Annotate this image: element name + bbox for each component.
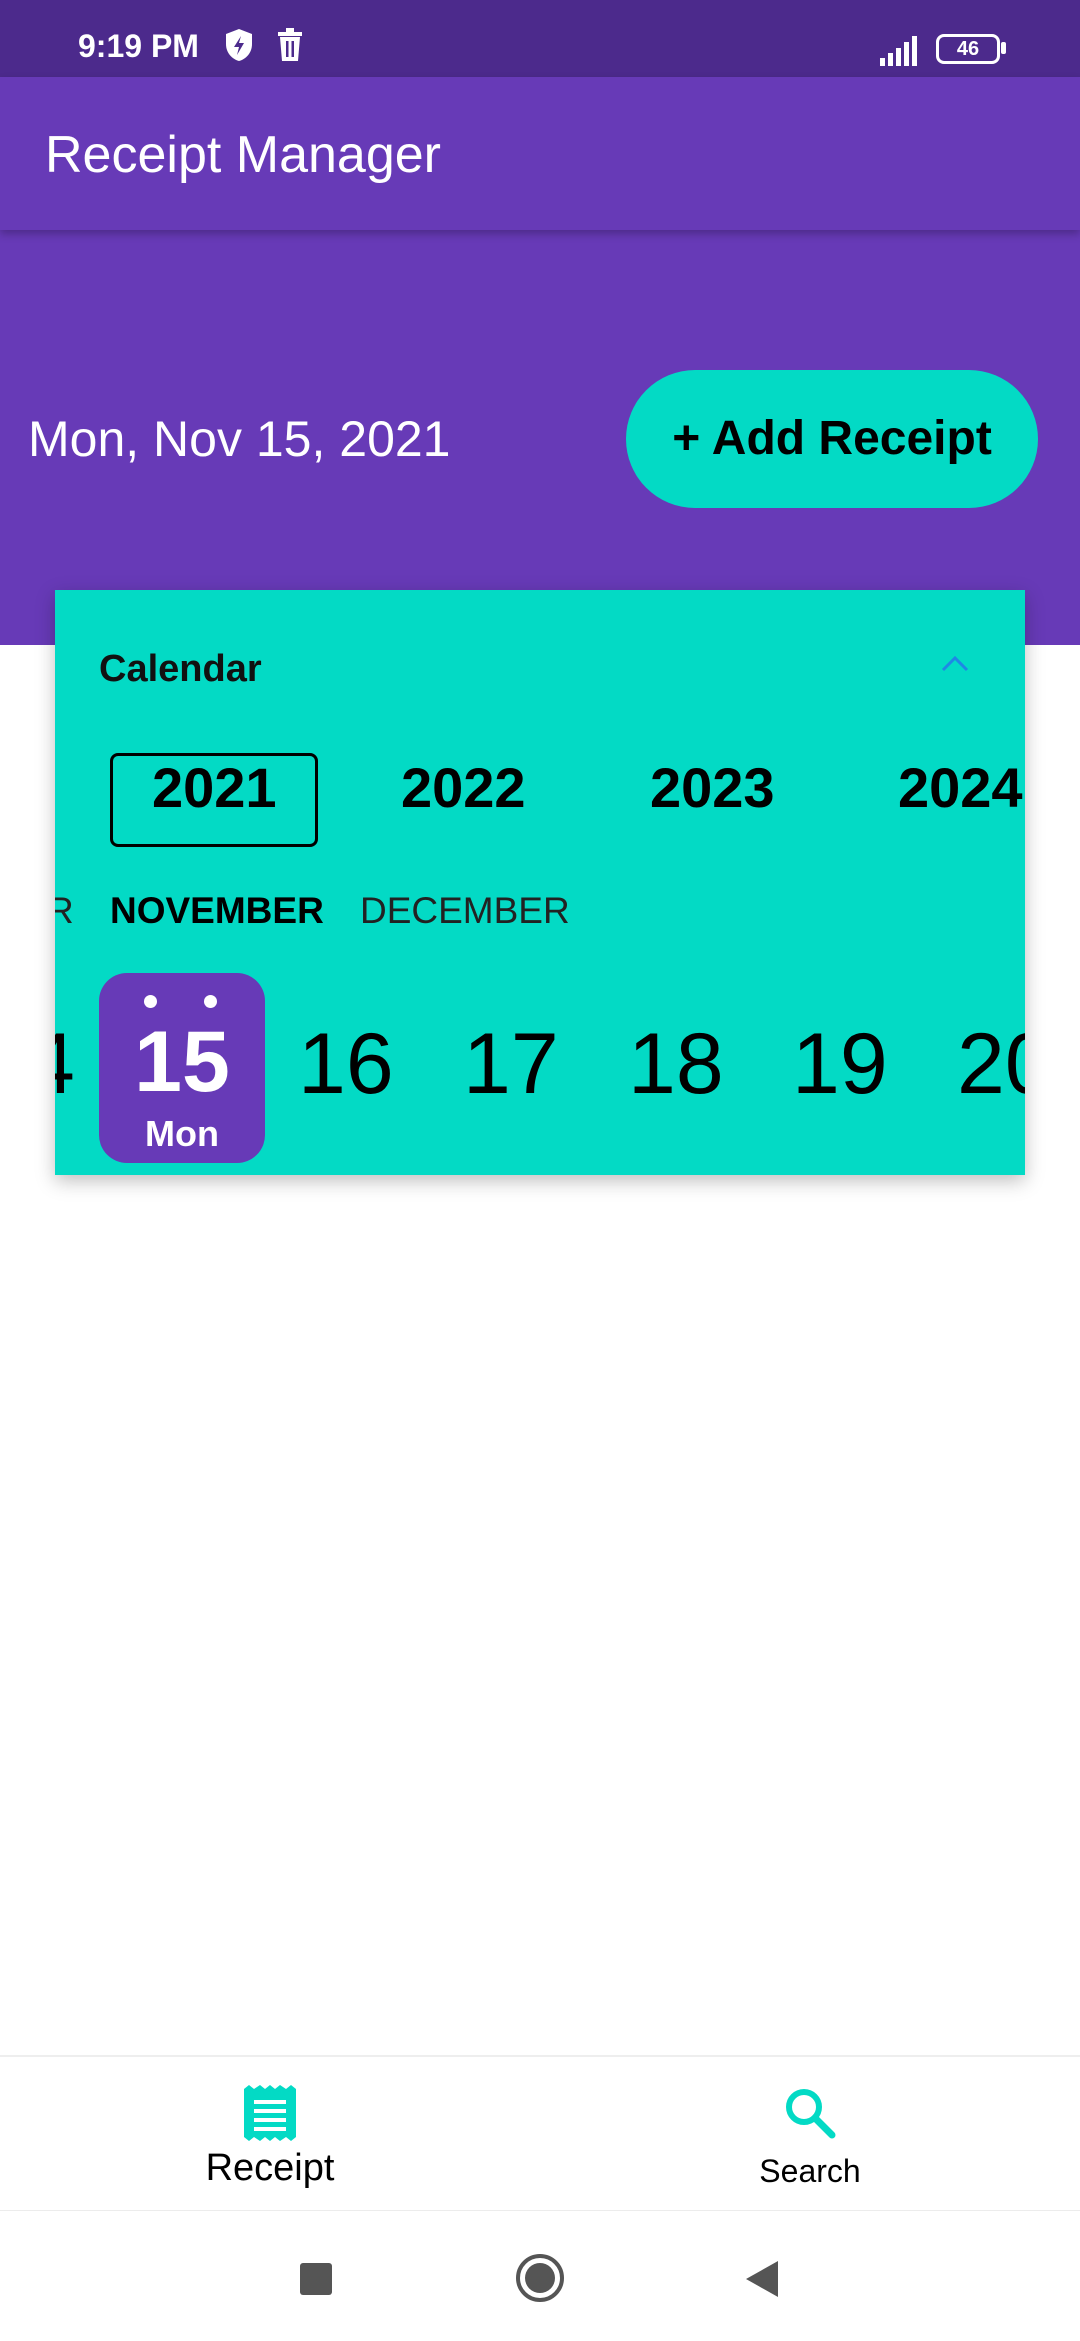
day-20[interactable]: 20 [957,1015,1025,1114]
status-bar: 9:19 PM 46 [0,0,1080,77]
calendar-title: Calendar [99,648,262,690]
shield-icon [226,29,252,61]
back-button[interactable] [742,2259,782,2299]
receipt-icon [244,2085,296,2141]
year-2021[interactable]: 2021 [152,755,277,820]
signal-icon [880,36,917,66]
nav-search[interactable]: Search [540,2057,1080,2212]
day-14[interactable]: 4 [55,1015,75,1114]
bottom-nav: Receipt Search [0,2055,1080,2212]
event-dot [144,995,157,1008]
day-17[interactable]: 17 [463,1015,559,1114]
status-time: 9:19 PM [78,28,199,64]
selected-day-weekday: Mon [145,1113,219,1154]
year-2023[interactable]: 2023 [650,755,775,820]
month-october[interactable]: R [55,890,74,932]
system-nav-bar [0,2210,1080,2341]
search-icon [786,2089,836,2139]
nav-search-label: Search [759,2153,861,2189]
home-button[interactable] [515,2253,565,2303]
add-receipt-button[interactable]: + Add Receipt [626,370,1038,508]
header-band: Mon, Nov 15, 2021 + Add Receipt [0,230,1080,645]
trash-icon [278,28,302,61]
recents-button[interactable] [300,2263,332,2295]
nav-receipt[interactable]: Receipt [0,2057,540,2212]
year-2024[interactable]: 2024 [898,755,1023,820]
battery-icon: 46 [936,34,1000,64]
month-december[interactable]: DECEMBER [360,890,570,932]
day-18[interactable]: 18 [628,1015,724,1114]
chevron-up-icon[interactable] [940,652,970,676]
day-16[interactable]: 16 [298,1015,394,1114]
app-title: Receipt Manager [45,126,441,184]
day-15-selected[interactable]: 15 Mon [99,973,265,1163]
battery-tip [1001,42,1006,54]
day-19[interactable]: 19 [792,1015,888,1114]
year-2022[interactable]: 2022 [401,755,526,820]
month-november[interactable]: NOVEMBER [110,890,324,932]
selected-date: Mon, Nov 15, 2021 [28,411,451,467]
event-dot [204,995,217,1008]
calendar-card: Calendar 2021 2022 2023 2024 R NOVEMBER … [55,590,1025,1175]
app-bar: Receipt Manager [0,77,1080,230]
nav-receipt-label: Receipt [205,2147,335,2189]
selected-day-number: 15 [134,1014,230,1110]
